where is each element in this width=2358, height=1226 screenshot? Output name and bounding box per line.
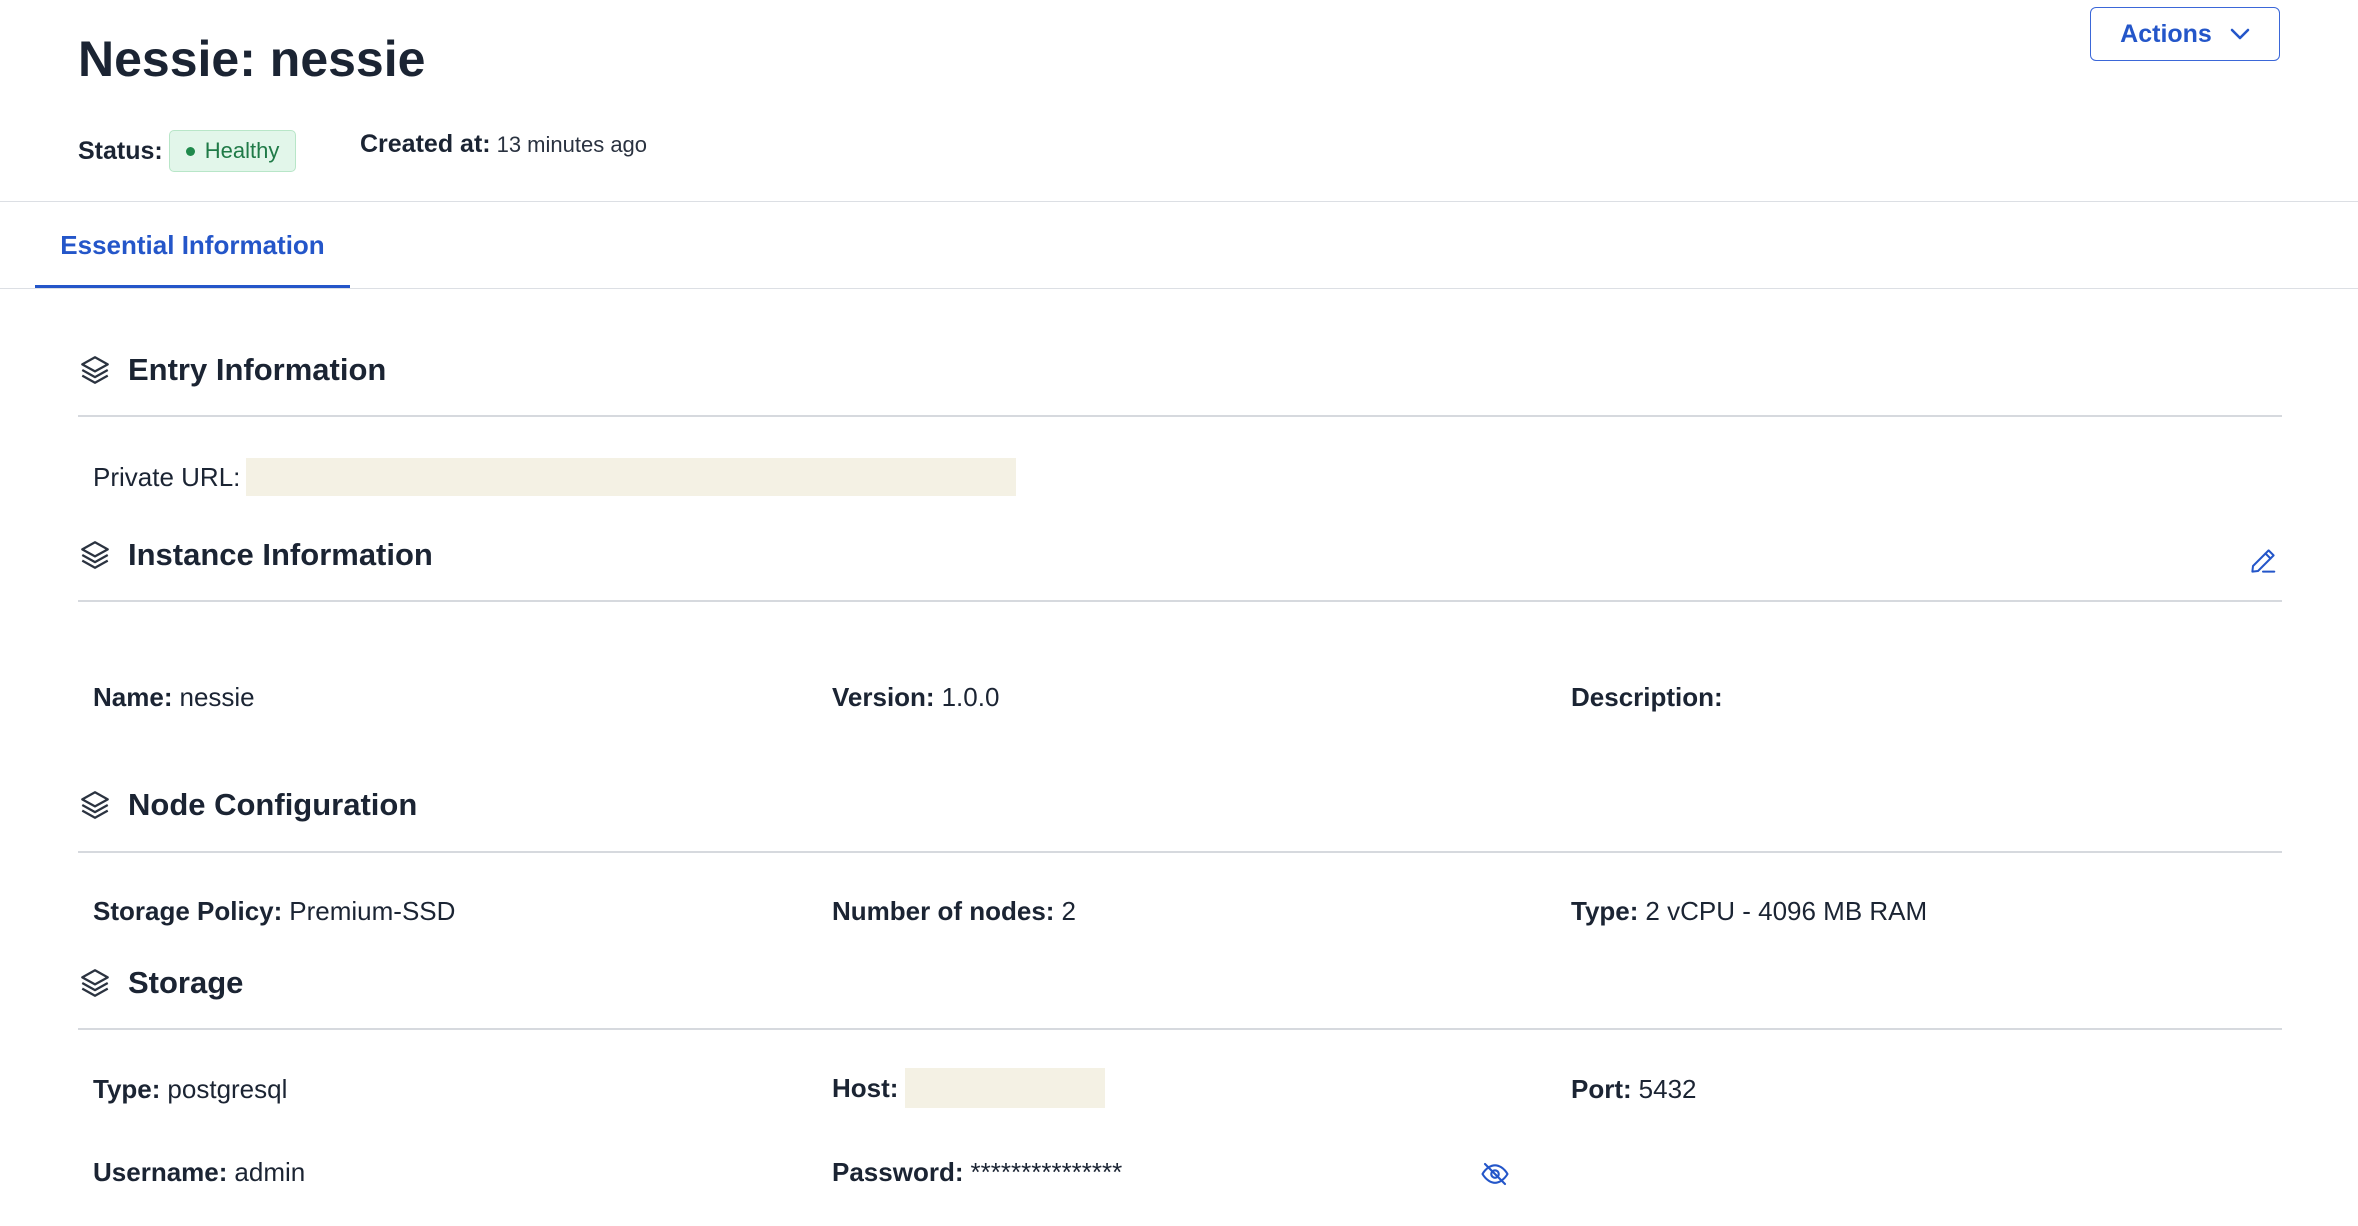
section-divider	[78, 1028, 2282, 1030]
layers-icon	[78, 966, 112, 1000]
node-type-value: 2 vCPU - 4096 MB RAM	[1645, 896, 1928, 926]
node-type-label: Type:	[1571, 896, 1639, 926]
created-row: Created at: 13 minutes ago	[360, 130, 647, 159]
status-label: Status:	[78, 136, 163, 165]
section-instance-information: Instance Information	[78, 537, 433, 573]
chevron-down-icon	[2230, 28, 2250, 40]
layers-icon	[78, 788, 112, 822]
host-field: Host:	[832, 1068, 1106, 1108]
name-value: nessie	[179, 682, 255, 712]
host-label: Host:	[832, 1072, 899, 1103]
private-url-label: Private URL:	[93, 461, 241, 492]
number-of-nodes-field: Number of nodes: 2	[832, 896, 1076, 927]
section-title: Entry Information	[128, 352, 387, 387]
status-value: Healthy	[204, 138, 280, 163]
number-of-nodes-label: Number of nodes:	[832, 896, 1055, 926]
section-entry-information: Entry Information	[78, 352, 386, 388]
username-value: admin	[234, 1157, 306, 1187]
actions-button-label: Actions	[2120, 19, 2212, 48]
status-badge: Healthy	[168, 130, 297, 172]
layers-icon	[78, 353, 112, 387]
section-divider	[78, 851, 2282, 853]
section-title: Instance Information	[128, 537, 433, 572]
layers-icon	[78, 538, 112, 572]
eye-off-icon[interactable]	[1477, 1156, 1513, 1192]
description-field: Description:	[1571, 682, 1730, 713]
section-node-configuration: Node Configuration	[78, 787, 417, 823]
actions-button[interactable]: Actions	[2090, 7, 2280, 61]
port-value: 5432	[1638, 1074, 1697, 1104]
section-title: Storage	[128, 965, 244, 1000]
section-title: Node Configuration	[128, 787, 418, 822]
section-divider	[78, 415, 2282, 417]
storage-policy-field: Storage Policy: Premium-SSD	[93, 896, 455, 927]
host-redacted-value	[905, 1068, 1106, 1108]
page-title: Nessie: nessie	[78, 31, 426, 87]
username-field: Username: admin	[93, 1157, 305, 1188]
private-url-field: Private URL:	[93, 458, 1017, 496]
storage-type-field: Type: postgresql	[93, 1074, 287, 1105]
status-dot-icon	[185, 146, 195, 156]
name-field: Name: nessie	[93, 682, 255, 713]
username-label: Username:	[93, 1157, 228, 1187]
version-label: Version:	[832, 682, 935, 712]
private-url-redacted-value	[246, 458, 1017, 496]
port-field: Port: 5432	[1571, 1074, 1697, 1105]
created-value: 13 minutes ago	[496, 131, 648, 157]
tabs-divider	[0, 288, 2358, 289]
storage-policy-value: Premium-SSD	[289, 896, 456, 926]
password-label: Password:	[832, 1157, 964, 1187]
password-field: Password: ***************	[832, 1157, 1122, 1188]
pencil-icon[interactable]	[2245, 543, 2281, 579]
password-value: ***************	[970, 1157, 1123, 1187]
storage-policy-label: Storage Policy:	[93, 896, 283, 926]
version-value: 1.0.0	[941, 682, 1000, 712]
number-of-nodes-value: 2	[1061, 896, 1076, 926]
name-label: Name:	[93, 682, 173, 712]
storage-type-label: Type:	[93, 1074, 161, 1104]
port-label: Port:	[1571, 1074, 1632, 1104]
tab-essential-information[interactable]: Essential Information	[35, 205, 350, 289]
header-divider	[0, 201, 2358, 202]
storage-type-value: postgresql	[167, 1074, 288, 1104]
node-type-field: Type: 2 vCPU - 4096 MB RAM	[1571, 896, 1927, 927]
status-row: Status: Healthy	[78, 130, 297, 172]
section-storage: Storage	[78, 965, 243, 1001]
description-label: Description:	[1571, 682, 1723, 712]
created-label: Created at:	[360, 130, 491, 158]
section-divider	[78, 600, 2282, 602]
version-field: Version: 1.0.0	[832, 682, 999, 713]
